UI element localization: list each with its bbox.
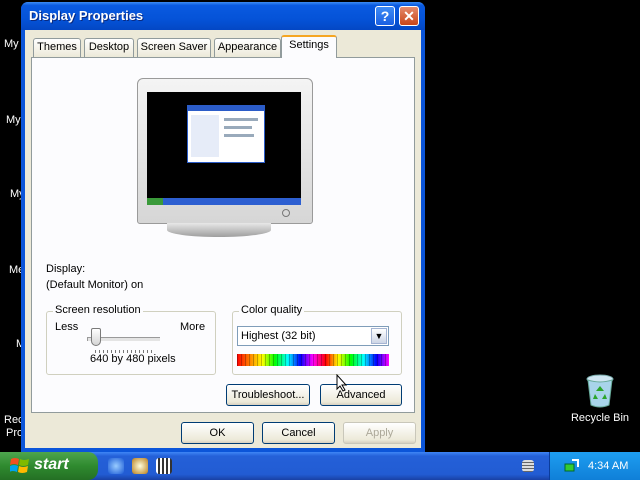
dialog-client-area: Themes Desktop Screen Saver Appearance S… (25, 30, 421, 448)
internet-explorer-icon[interactable] (108, 458, 124, 474)
monitor-stand (167, 223, 271, 237)
media-player-icon[interactable] (132, 458, 148, 474)
display-label: Display: (46, 263, 86, 275)
color-quality-legend: Color quality (239, 304, 305, 316)
clock[interactable]: 4:34 AM (588, 460, 628, 472)
tab-themes[interactable]: Themes (33, 38, 81, 57)
chevron-down-icon[interactable]: ▼ (371, 328, 387, 344)
resolution-slider-thumb[interactable] (91, 328, 101, 346)
help-button[interactable]: ? (375, 6, 395, 26)
troubleshoot-button[interactable]: Troubleshoot... (226, 384, 310, 406)
settings-panel: Display: (Default Monitor) on Screen res… (31, 57, 415, 413)
tab-settings[interactable]: Settings (281, 35, 337, 58)
desktop-icon-label[interactable]: My (6, 114, 21, 126)
resolution-more-label: More (180, 321, 206, 333)
start-label: start (34, 456, 69, 473)
recycle-bin-icon (585, 374, 615, 408)
recycle-bin-label: Recycle Bin (570, 412, 630, 424)
screen-resolution-legend: Screen resolution (53, 304, 143, 316)
start-button[interactable]: start (0, 452, 98, 480)
preview-window-thumbnail (187, 105, 265, 163)
display-value: (Default Monitor) on (46, 279, 144, 291)
ok-button[interactable]: OK (181, 422, 254, 444)
title-bar[interactable]: Display Properties ? ✕ (21, 2, 425, 30)
monitor-screen (147, 92, 301, 205)
resolution-value: 640 by 480 pixels (90, 353, 176, 365)
apply-button[interactable]: Apply (343, 422, 416, 444)
preview-start-button (147, 198, 163, 205)
window-title: Display Properties (29, 8, 144, 23)
system-tray: 4:34 AM (549, 452, 640, 480)
color-quality-dropdown[interactable]: Highest (32 bit) ▼ (237, 326, 389, 346)
taskbar: start 4:34 AM (0, 452, 640, 480)
color-quality-group: Color quality Highest (32 bit) ▼ (232, 304, 402, 375)
windows-logo-icon (10, 458, 29, 473)
color-quality-selected: Highest (32 bit) (241, 330, 316, 342)
close-button[interactable]: ✕ (399, 6, 419, 26)
screen-resolution-group: Screen resolution Less More 640 by 480 p… (46, 304, 216, 375)
network-icon[interactable] (564, 458, 580, 474)
preview-taskbar (147, 198, 301, 205)
mouse-cursor-icon (336, 374, 348, 392)
color-quality-preview-bar (237, 354, 389, 366)
display-properties-window: Display Properties ? ✕ Themes Desktop Sc… (21, 2, 425, 452)
recycle-bin[interactable]: Recycle Bin (568, 374, 632, 424)
cancel-button[interactable]: Cancel (262, 422, 335, 444)
keyboard-icon[interactable] (522, 460, 534, 472)
monitor-power-icon (282, 209, 290, 217)
desktop-icon-label[interactable]: My (4, 38, 19, 50)
monitor-preview (137, 78, 313, 224)
resolution-less-label: Less (55, 321, 79, 333)
tab-screen-saver[interactable]: Screen Saver (137, 38, 211, 57)
advanced-button[interactable]: Advanced (320, 384, 402, 406)
tab-desktop[interactable]: Desktop (84, 38, 134, 57)
tab-appearance[interactable]: Appearance (214, 38, 281, 57)
film-strip-icon[interactable] (156, 458, 172, 474)
